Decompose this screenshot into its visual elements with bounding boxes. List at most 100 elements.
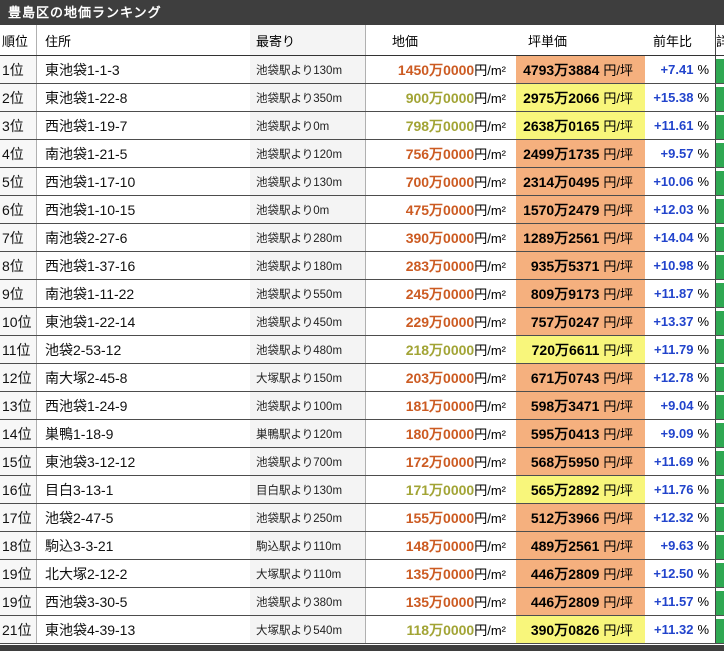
yoy-cell: +7.41% — [645, 56, 716, 83]
price-unit: 円/m² — [474, 483, 506, 498]
detail-cell — [716, 420, 724, 447]
detail-button[interactable] — [716, 142, 724, 167]
price-cell: 172万0000 円/m² — [366, 448, 516, 475]
table-row: 1位 東池袋1-1-3 池袋駅より130m 1450万0000 円/m² 4793万388… — [0, 56, 724, 84]
percent-sign: % — [697, 90, 709, 105]
price-value: 148万0000 — [405, 537, 475, 554]
tsubo-unit: 円/坪 — [603, 595, 633, 610]
table-row: 15位 東池袋3-12-12 池袋駅より700m 172万0000 円/m² 568万59… — [0, 448, 724, 476]
price-cell: 900万0000 円/m² — [366, 84, 516, 111]
address-cell: 南池袋2-27-6 — [45, 229, 128, 246]
price-unit: 円/m² — [474, 455, 506, 470]
tsubo-unit: 円/坪 — [603, 539, 633, 554]
price-value: 900万0000 — [405, 89, 475, 106]
address-cell: 東池袋1-1-3 — [45, 61, 120, 78]
detail-button[interactable] — [716, 310, 724, 335]
detail-cell — [716, 588, 724, 615]
price-cell: 135万0000 円/m² — [366, 588, 516, 615]
tsubo-price-cell: 390万0826 円/坪 — [516, 616, 645, 643]
detail-button[interactable] — [716, 394, 724, 419]
table-row: 13位 西池袋1-24-9 池袋駅より100m 181万0000 円/m² 598万347… — [0, 392, 724, 420]
detail-button[interactable] — [716, 58, 724, 83]
table-row: 9位 南池袋1-11-22 池袋駅より550m 245万0000 円/m² 809万917… — [0, 280, 724, 308]
percent-sign: % — [697, 426, 709, 441]
price-unit: 円/m² — [474, 567, 506, 582]
yoy-value: +11.32 — [654, 622, 694, 637]
price-value: 798万0000 — [405, 117, 475, 134]
detail-button[interactable] — [716, 506, 724, 531]
yoy-value: +9.04 — [660, 398, 694, 413]
tsubo-unit: 円/坪 — [603, 91, 633, 106]
station-cell: 巣鴨駅より120m — [250, 420, 366, 447]
detail-button[interactable] — [716, 198, 724, 223]
detail-button[interactable] — [716, 618, 724, 643]
tsubo-unit: 円/坪 — [603, 63, 633, 78]
col-header-rank: 順位 — [0, 25, 37, 55]
percent-sign: % — [697, 482, 709, 497]
station-cell: 池袋駅より250m — [250, 504, 366, 531]
detail-button[interactable] — [716, 86, 724, 111]
detail-button[interactable] — [716, 254, 724, 279]
detail-button[interactable] — [716, 282, 724, 307]
yoy-cell: +11.57% — [645, 588, 716, 615]
table-row: 2位 東池袋1-22-8 池袋駅より350m 900万0000 円/m² 2975万206… — [0, 84, 724, 112]
tsubo-unit: 円/坪 — [603, 343, 633, 358]
station-cell: 池袋駅より120m — [250, 140, 366, 167]
rank-cell: 16位 — [0, 476, 37, 503]
price-unit: 円/m² — [474, 259, 506, 274]
yoy-value: +9.09 — [660, 426, 694, 441]
detail-button[interactable] — [716, 114, 724, 139]
detail-button[interactable] — [716, 422, 724, 447]
yoy-cell: +11.32% — [645, 616, 716, 643]
price-unit: 円/m² — [474, 371, 506, 386]
detail-cell — [716, 336, 724, 363]
station-cell: 池袋駅より550m — [250, 280, 366, 307]
price-value: 155万0000 — [405, 509, 475, 526]
address-cell: 南池袋1-21-5 — [45, 145, 128, 162]
detail-button[interactable] — [716, 450, 724, 475]
detail-button[interactable] — [716, 534, 724, 559]
table-row: 8位 西池袋1-37-16 池袋駅より180m 283万0000 円/m² 935万537… — [0, 252, 724, 280]
detail-button[interactable] — [716, 338, 724, 363]
rank-cell: 19位 — [0, 560, 37, 587]
yoy-cell: +10.06% — [645, 168, 716, 195]
address-cell: 西池袋3-30-5 — [45, 593, 128, 610]
tsubo-value: 671万0743 — [530, 369, 600, 386]
detail-cell — [716, 252, 724, 279]
detail-button[interactable] — [716, 562, 724, 587]
tsubo-value: 565万2892 — [530, 481, 600, 498]
station-cell: 池袋駅より0m — [250, 112, 366, 139]
percent-sign: % — [697, 286, 709, 301]
tsubo-value: 4793万3884 — [523, 61, 600, 78]
detail-button[interactable] — [716, 366, 724, 391]
detail-button[interactable] — [716, 478, 724, 503]
table-row: 7位 南池袋2-27-6 池袋駅より280m 390万0000 円/m² 1289万256… — [0, 224, 724, 252]
detail-button[interactable] — [716, 226, 724, 251]
table-header-row: 順位 住所 最寄り 地価 坪単価 前年比 詳細 — [0, 25, 724, 56]
station-cell: 池袋駅より130m — [250, 56, 366, 83]
yoy-value: +12.50 — [653, 566, 694, 581]
yoy-cell: +13.37% — [645, 308, 716, 335]
yoy-value: +11.69 — [654, 454, 694, 469]
yoy-value: +11.87 — [654, 286, 694, 301]
tsubo-value: 489万2561 — [530, 537, 600, 554]
rank-cell: 18位 — [0, 532, 37, 559]
tsubo-price-cell: 446万2809 円/坪 — [516, 588, 645, 615]
tsubo-price-cell: 2638万0165 円/坪 — [516, 112, 645, 139]
table-row: 3位 西池袋1-19-7 池袋駅より0m 798万0000 円/m² 2638万0165 円… — [0, 112, 724, 140]
detail-button[interactable] — [716, 170, 724, 195]
detail-cell — [716, 392, 724, 419]
price-unit: 円/m² — [474, 147, 506, 162]
yoy-value: +10.06 — [653, 174, 694, 189]
table-row: 11位 池袋2-53-12 池袋駅より480m 218万0000 円/m² 720万661… — [0, 336, 724, 364]
yoy-cell: +15.38% — [645, 84, 716, 111]
tsubo-unit: 円/坪 — [603, 511, 633, 526]
tsubo-value: 598万3471 — [530, 397, 600, 414]
detail-button[interactable] — [716, 590, 724, 615]
percent-sign: % — [697, 538, 709, 553]
rank-cell: 15位 — [0, 448, 37, 475]
table-row: 18位 駒込3-3-21 駒込駅より110m 148万0000 円/m² 489万2561… — [0, 532, 724, 560]
yoy-cell: +11.87% — [645, 280, 716, 307]
yoy-cell: +10.98% — [645, 252, 716, 279]
price-cell: 180万0000 円/m² — [366, 420, 516, 447]
